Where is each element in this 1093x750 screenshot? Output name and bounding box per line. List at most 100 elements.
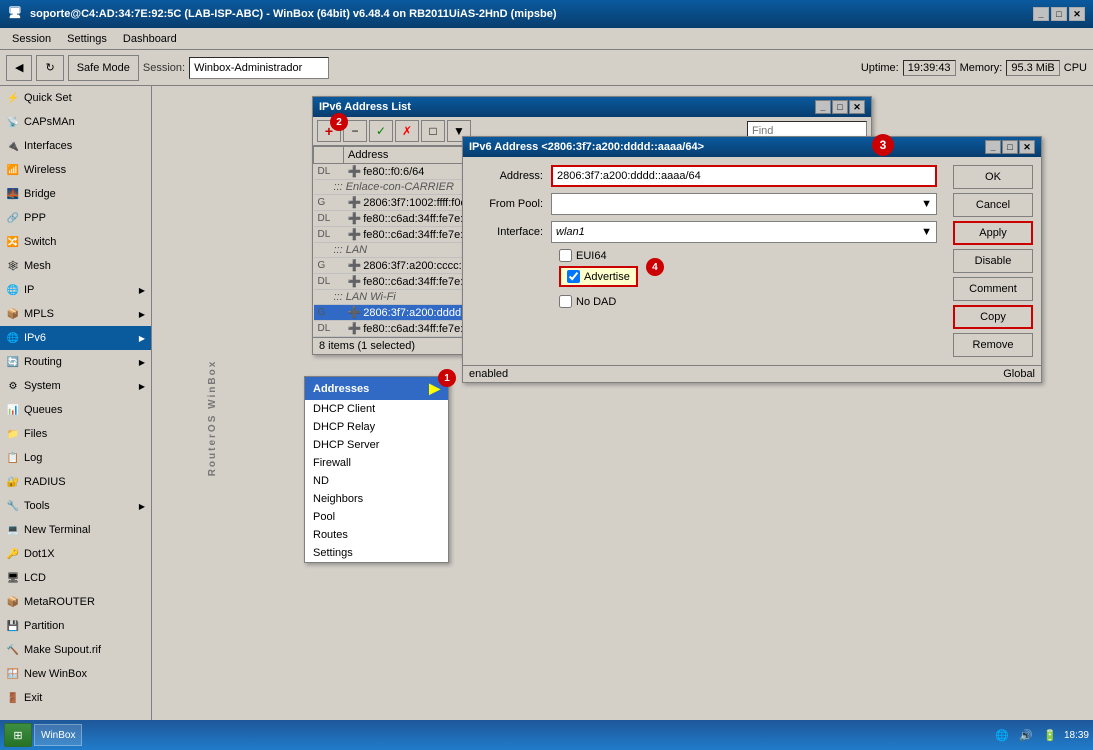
addr-icon: ➕	[348, 260, 362, 272]
ipv6-list-maximize[interactable]: □	[832, 100, 848, 114]
from-pool-label: From Pool:	[471, 198, 551, 210]
cancel-button[interactable]: Cancel	[953, 193, 1033, 217]
sidebar-item-wireless[interactable]: 📶 Wireless	[0, 158, 151, 182]
addresses-label: Addresses	[313, 383, 369, 395]
enable-button[interactable]: ✓	[369, 120, 393, 142]
new-winbox-icon: 🪟	[6, 667, 20, 681]
maximize-button[interactable]: □	[1051, 7, 1067, 21]
taskbar-right: 🌐 🔊 🔋 18:39	[992, 725, 1089, 745]
detail-maximize[interactable]: □	[1002, 140, 1018, 154]
sidebar-item-interfaces[interactable]: 🔌 Interfaces	[0, 134, 151, 158]
sidebar-label-files: Files	[24, 428, 47, 440]
sidebar-item-new-terminal[interactable]: 💻 New Terminal	[0, 518, 151, 542]
no-dad-checkbox[interactable]	[559, 295, 572, 308]
copy-button[interactable]: Copy	[953, 305, 1033, 329]
sidebar-item-mesh[interactable]: 🕸 Mesh	[0, 254, 151, 278]
advertise-checkbox[interactable]	[567, 270, 580, 283]
exit-icon: 🚪	[6, 691, 20, 705]
disable-button[interactable]: Disable	[953, 249, 1033, 273]
from-pool-select[interactable]: ▼	[551, 193, 937, 215]
sidebar-item-routing[interactable]: 🔄 Routing ▶	[0, 350, 151, 374]
sidebar-item-exit[interactable]: 🚪 Exit	[0, 686, 151, 710]
start-button[interactable]: ⊞	[4, 723, 32, 747]
toolbar: ◀ ↻ Safe Mode Session: Uptime: 19:39:43 …	[0, 50, 1093, 86]
sidebar-item-mpls[interactable]: 📦 MPLS ▶	[0, 302, 151, 326]
eui64-checkbox[interactable]	[559, 249, 572, 262]
sidebar-label-mesh: Mesh	[24, 260, 51, 272]
sidebar-item-tools[interactable]: 🔧 Tools ▶	[0, 494, 151, 518]
system-arrow: ▶	[139, 382, 145, 391]
menu-item-pool[interactable]: Pool	[305, 508, 448, 526]
col-header-prefix[interactable]	[314, 147, 344, 164]
refresh-button[interactable]: ↻	[36, 55, 63, 81]
detail-minimize[interactable]: _	[985, 140, 1001, 154]
content-area: RouterOS WinBox IPv6 Address List _ □ ✕ …	[152, 86, 1093, 750]
sidebar-item-ip[interactable]: 🌐 IP ▶	[0, 278, 151, 302]
ipv6-arrow: ▶	[139, 334, 145, 343]
sidebar-item-dot1x[interactable]: 🔑 Dot1X	[0, 542, 151, 566]
ipv6-icon: 🌐	[6, 331, 20, 345]
menu-item-addresses[interactable]: Addresses ▶ 1	[305, 377, 448, 400]
sidebar-item-switch[interactable]: 🔀 Switch	[0, 230, 151, 254]
move-button[interactable]: □	[421, 120, 445, 142]
menu-dashboard[interactable]: Dashboard	[115, 31, 185, 47]
menu-item-dhcp-client[interactable]: DHCP Client	[305, 400, 448, 418]
sidebar-item-files[interactable]: 📁 Files	[0, 422, 151, 446]
menu-session[interactable]: Session	[4, 31, 59, 47]
sidebar-item-ppp[interactable]: 🔗 PPP	[0, 206, 151, 230]
row-prefix: G	[314, 305, 344, 321]
menu-item-routes[interactable]: Routes	[305, 526, 448, 544]
address-input[interactable]	[551, 165, 937, 187]
sidebar-label-quick-set: Quick Set	[24, 92, 72, 104]
disable-button[interactable]: ✗	[395, 120, 419, 142]
sidebar-item-make-supout[interactable]: 🔨 Make Supout.rif	[0, 638, 151, 662]
sidebar-item-ipv6[interactable]: 🌐 IPv6 ▶	[0, 326, 151, 350]
sidebar-label-system: System	[24, 380, 61, 392]
menu-item-firewall[interactable]: Firewall	[305, 454, 448, 472]
close-button[interactable]: ✕	[1069, 7, 1085, 21]
apply-button[interactable]: Apply	[953, 221, 1033, 245]
sidebar-item-capsman[interactable]: 📡 CAPsMAn	[0, 110, 151, 134]
comment-button[interactable]: Comment	[953, 277, 1033, 301]
sidebar-item-radius[interactable]: 🔐 RADIUS	[0, 470, 151, 494]
sidebar-item-partition[interactable]: 💾 Partition	[0, 614, 151, 638]
ipv6-list-minimize[interactable]: _	[815, 100, 831, 114]
sidebar-item-new-winbox[interactable]: 🪟 New WinBox	[0, 662, 151, 686]
interface-select[interactable]: wlan1 ▼	[551, 221, 937, 243]
menu-item-neighbors[interactable]: Neighbors	[305, 490, 448, 508]
menu-item-settings[interactable]: Settings	[305, 544, 448, 562]
menu-item-nd[interactable]: ND	[305, 472, 448, 490]
no-dad-label[interactable]: No DAD	[559, 295, 616, 308]
ok-button[interactable]: OK	[953, 165, 1033, 189]
sidebar-item-system[interactable]: ⚙ System ▶	[0, 374, 151, 398]
detail-status-right: Global	[1003, 368, 1035, 380]
interface-arrow: ▼	[921, 226, 932, 238]
eui64-label[interactable]: EUI64	[559, 249, 607, 262]
add-address-button[interactable]: + 2	[317, 120, 341, 142]
safe-mode-button[interactable]: Safe Mode	[68, 55, 139, 81]
ip-arrow: ▶	[139, 286, 145, 295]
back-button[interactable]: ◀	[6, 55, 32, 81]
remove-button[interactable]: Remove	[953, 333, 1033, 357]
taskbar-winbox[interactable]: WinBox	[34, 724, 82, 746]
sidebar-item-queues[interactable]: 📊 Queues	[0, 398, 151, 422]
interfaces-icon: 🔌	[6, 139, 20, 153]
detail-close[interactable]: ✕	[1019, 140, 1035, 154]
main-layout: ⚡ Quick Set 📡 CAPsMAn 🔌 Interfaces 📶 Wir…	[0, 86, 1093, 750]
minimize-button[interactable]: _	[1033, 7, 1049, 21]
session-input[interactable]	[189, 57, 329, 79]
sidebar-item-quick-set[interactable]: ⚡ Quick Set	[0, 86, 151, 110]
sidebar-label-partition: Partition	[24, 620, 64, 632]
menu-item-dhcp-relay[interactable]: DHCP Relay	[305, 418, 448, 436]
detail-badge: 3	[872, 134, 894, 156]
sidebar-label-routing: Routing	[24, 356, 62, 368]
menu-item-dhcp-server[interactable]: DHCP Server	[305, 436, 448, 454]
sidebar-item-log[interactable]: 📋 Log	[0, 446, 151, 470]
menu-settings[interactable]: Settings	[59, 31, 115, 47]
partition-icon: 💾	[6, 619, 20, 633]
sidebar-item-metarouter[interactable]: 📦 MetaROUTER	[0, 590, 151, 614]
radius-icon: 🔐	[6, 475, 20, 489]
sidebar-item-lcd[interactable]: 🖥 LCD	[0, 566, 151, 590]
ipv6-list-close[interactable]: ✕	[849, 100, 865, 114]
sidebar-item-bridge[interactable]: 🌉 Bridge	[0, 182, 151, 206]
